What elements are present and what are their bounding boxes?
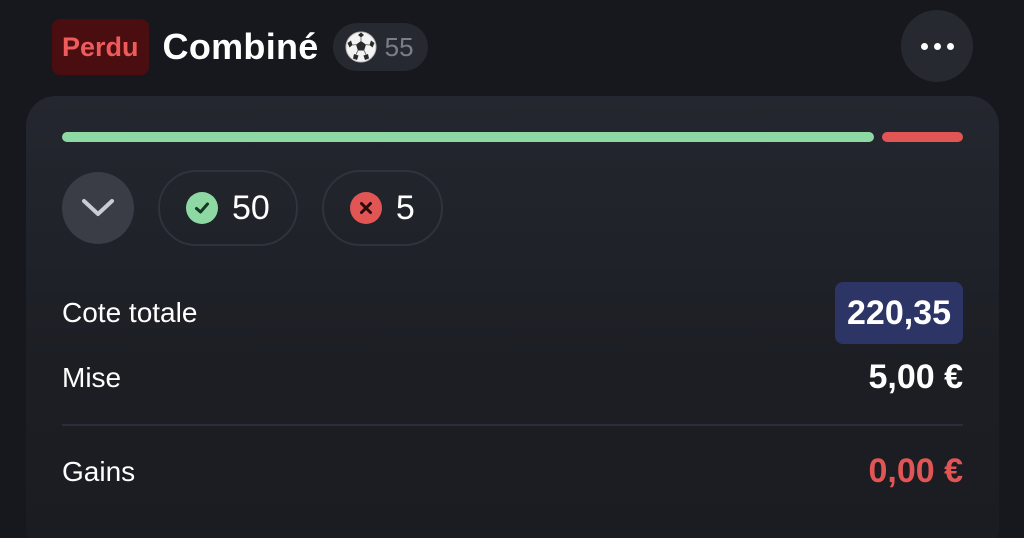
results-progress-bar (62, 132, 963, 142)
won-selections-chip[interactable]: 50 (158, 170, 298, 246)
won-count: 50 (232, 188, 270, 227)
lost-count: 5 (395, 188, 415, 227)
more-horizontal-icon-dot (933, 42, 941, 50)
bet-card: 50 5 Cote totale 220,35 Mise 5,00 € Gain… (26, 96, 999, 538)
lost-selections-chip[interactable]: 5 (321, 170, 443, 246)
stake-row: Mise 5,00 € (62, 358, 963, 397)
sport-pill: 55 (332, 23, 428, 71)
selection-count: 55 (384, 31, 414, 62)
bet-page: Perdu Combiné 55 50 5 Cote totale 220,35… (0, 0, 1024, 538)
check-circle-icon (186, 192, 218, 224)
odds-row: Cote totale 220,35 (62, 282, 963, 344)
progress-lost-segment (882, 132, 963, 142)
more-horizontal-icon-dot (946, 42, 954, 50)
chevron-down-icon (82, 199, 114, 216)
winnings-row: Gains 0,00 € (62, 452, 963, 491)
progress-won-segment (62, 132, 874, 142)
stake-value: 5,00 € (868, 358, 963, 396)
odds-label: Cote totale (62, 297, 198, 328)
results-summary: 50 5 (62, 170, 443, 246)
expand-selections-button[interactable] (62, 172, 134, 244)
total-odds-value: 220,35 (835, 282, 963, 344)
more-horizontal-icon (920, 42, 928, 50)
bet-header: Perdu Combiné 55 (52, 18, 428, 76)
x-circle-icon (349, 192, 382, 224)
winnings-value: 0,00 € (868, 452, 963, 490)
status-badge: Perdu (52, 19, 149, 75)
bet-title: Combiné (162, 26, 319, 67)
divider (62, 424, 963, 426)
winnings-label: Gains (62, 455, 136, 487)
more-options-button[interactable] (901, 10, 973, 82)
stake-label: Mise (62, 361, 122, 393)
soccer-ball-icon (345, 31, 377, 63)
